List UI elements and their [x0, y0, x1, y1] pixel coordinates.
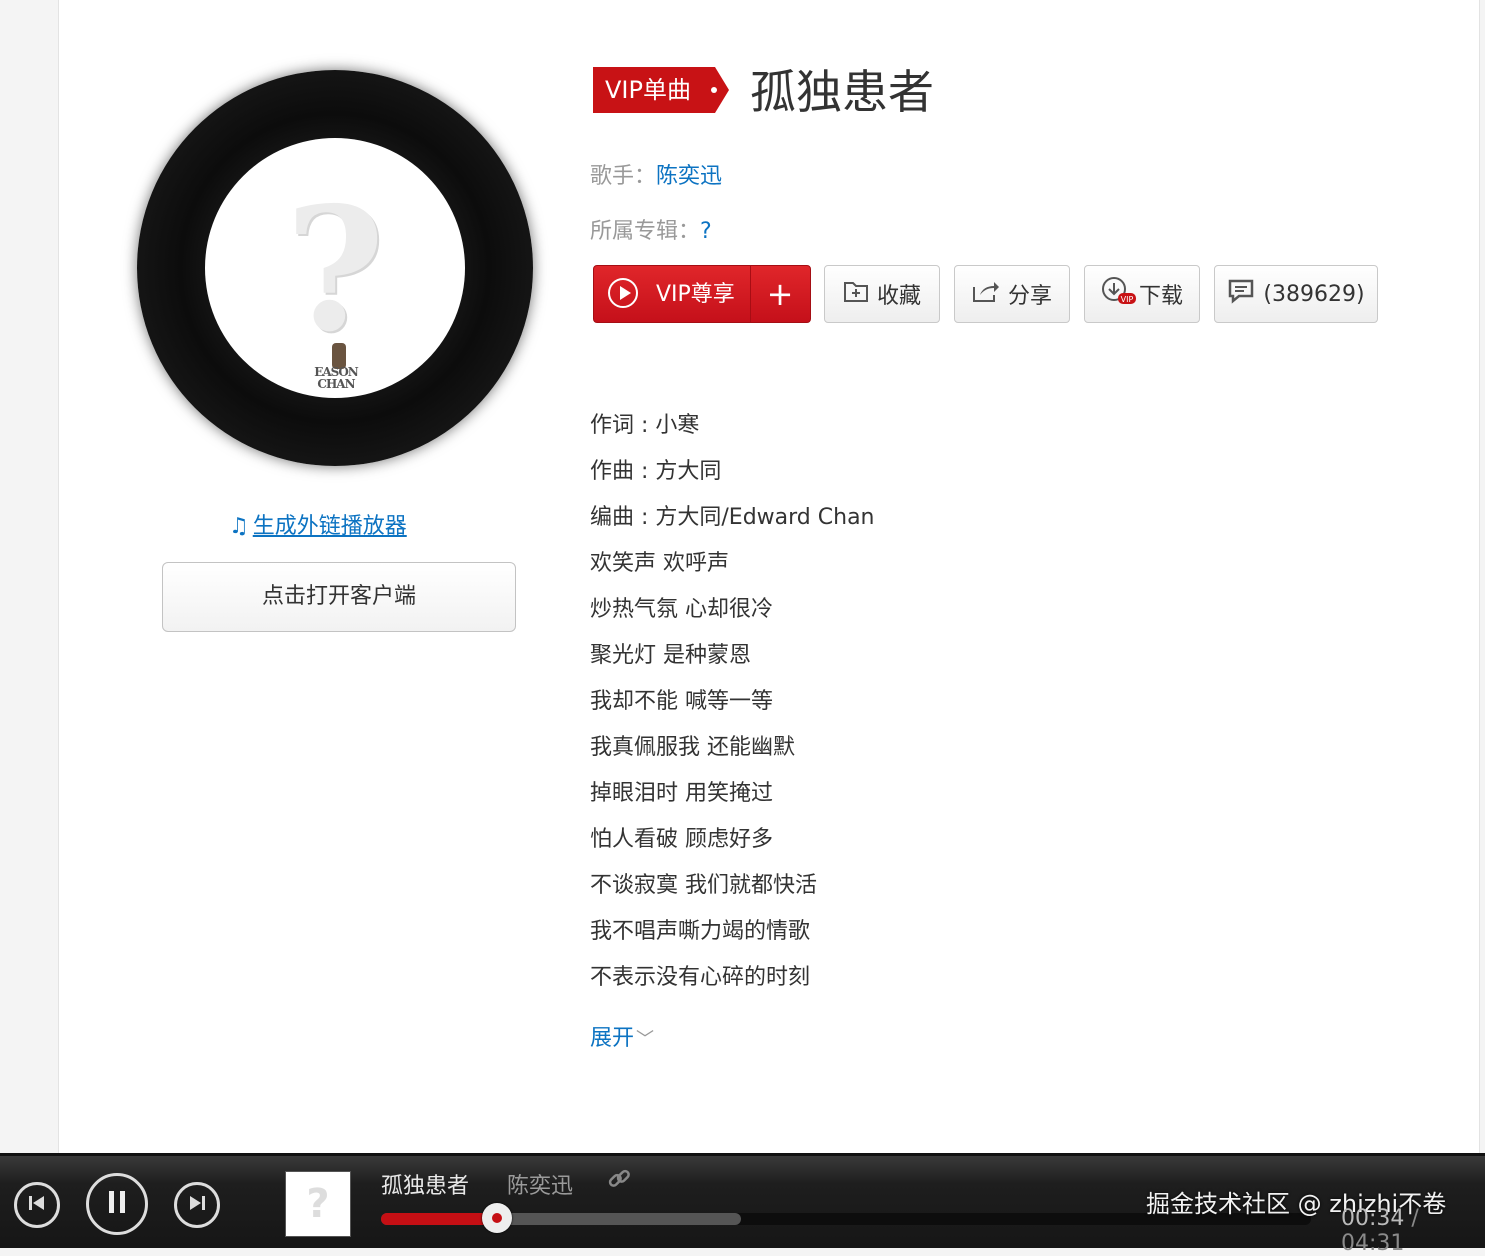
now-playing-thumbnail[interactable]: ?: [285, 1171, 351, 1237]
embed-player-label: 生成外链播放器: [252, 514, 407, 539]
expand-lyrics-button[interactable]: 展开 ﹀: [590, 1020, 654, 1052]
share-button[interactable]: 分享: [954, 265, 1070, 323]
embed-player-link[interactable]: ♫ 生成外链播放器: [229, 508, 407, 540]
now-playing-title[interactable]: 孤独患者: [381, 1168, 469, 1200]
svg-text:VIP: VIP: [1121, 295, 1134, 304]
share-label: 分享: [1007, 284, 1052, 309]
singer-link[interactable]: 陈奕迅: [656, 164, 722, 189]
download-label: 下载: [1138, 284, 1183, 309]
previous-icon: [28, 1195, 46, 1215]
vip-single-tag: VIP单曲: [593, 67, 733, 113]
next-icon: [188, 1195, 206, 1215]
lyric-line: 我真佩服我 还能幽默: [590, 735, 795, 760]
comment-icon: [1227, 278, 1255, 310]
now-playing-artist[interactable]: 陈奕迅: [507, 1168, 573, 1200]
music-note-icon: ♫: [229, 514, 249, 539]
vip-download-icon: VIP: [1101, 276, 1137, 312]
link-icon[interactable]: [606, 1166, 632, 1198]
vip-tag-dot: [711, 87, 717, 93]
collect-label: 收藏: [876, 284, 921, 309]
song-title: 孤独患者: [750, 65, 934, 119]
next-track-button[interactable]: [174, 1182, 220, 1228]
vip-tag-arrow: [715, 67, 729, 113]
comments-button[interactable]: (389629): [1214, 265, 1378, 323]
vip-play-button[interactable]: VIP尊享 +: [593, 265, 811, 323]
open-client-button[interactable]: 点击打开客户端: [162, 562, 516, 632]
album-cover: ? EASON CHAN: [205, 138, 465, 398]
lyric-line: 作曲 : 方大同: [590, 459, 722, 484]
lyric-line: 作词 : 小寒: [590, 413, 700, 438]
album-link[interactable]: ?: [700, 219, 712, 244]
pause-icon: [107, 1190, 127, 1218]
played-bar: [381, 1213, 497, 1225]
expand-label: 展开: [590, 1026, 635, 1051]
lyric-line: 我却不能 喊等一等: [590, 689, 773, 714]
chevron-down-icon: ﹀: [636, 1029, 655, 1050]
album-record: ? EASON CHAN: [137, 70, 533, 466]
lyric-line: 炒热气氛 心却很冷: [590, 597, 773, 622]
lyric-line: 掉眼泪时 用笑掩过: [590, 781, 773, 806]
vip-play-label: VIP尊享: [656, 282, 735, 307]
album-row: 所属专辑：?: [590, 213, 712, 245]
lyric-line: 欢笑声 欢呼声: [590, 551, 729, 576]
comments-count: (389629): [1263, 281, 1365, 307]
previous-track-button[interactable]: [14, 1182, 60, 1228]
share-icon: [972, 279, 1000, 309]
vip-tag-label: VIP单曲: [593, 67, 715, 113]
lyric-line: 我不唱声嘶力竭的情歌: [590, 919, 811, 944]
play-circle-icon: [608, 278, 638, 308]
total-time: 04:31: [1341, 1231, 1405, 1256]
collect-button[interactable]: 收藏: [824, 265, 940, 323]
singer-row: 歌手：陈奕迅: [590, 158, 722, 190]
time-display: 00:34 / 04:31: [1341, 1206, 1485, 1256]
lyric-line: 不谈寂寞 我们就都快活: [590, 873, 817, 898]
add-to-playlist-button[interactable]: +: [750, 266, 810, 322]
time-separator: /: [1404, 1206, 1419, 1231]
lyric-line: 怕人看破 顾虑好多: [590, 827, 773, 852]
lyric-line: 不表示没有心碎的时刻: [590, 965, 811, 990]
pause-button[interactable]: [86, 1173, 148, 1235]
album-label: 所属专辑：: [590, 219, 701, 244]
cover-question-mark: ?: [285, 170, 385, 370]
current-time: 00:34: [1341, 1206, 1405, 1231]
progress-knob[interactable]: [482, 1203, 512, 1233]
cover-text: EASON CHAN: [314, 365, 359, 391]
lyric-line: 聚光灯 是种蒙恩: [590, 643, 751, 668]
folder-add-icon: [843, 279, 869, 309]
player-bar: ? 孤独患者 陈奕迅 掘金技术社区 @ zhizhi不卷 00:34 / 04:…: [0, 1153, 1485, 1256]
download-button[interactable]: VIP 下载: [1084, 265, 1200, 323]
singer-label: 歌手：: [590, 164, 657, 189]
lyric-line: 编曲 : 方大同/Edward Chan: [590, 505, 875, 530]
